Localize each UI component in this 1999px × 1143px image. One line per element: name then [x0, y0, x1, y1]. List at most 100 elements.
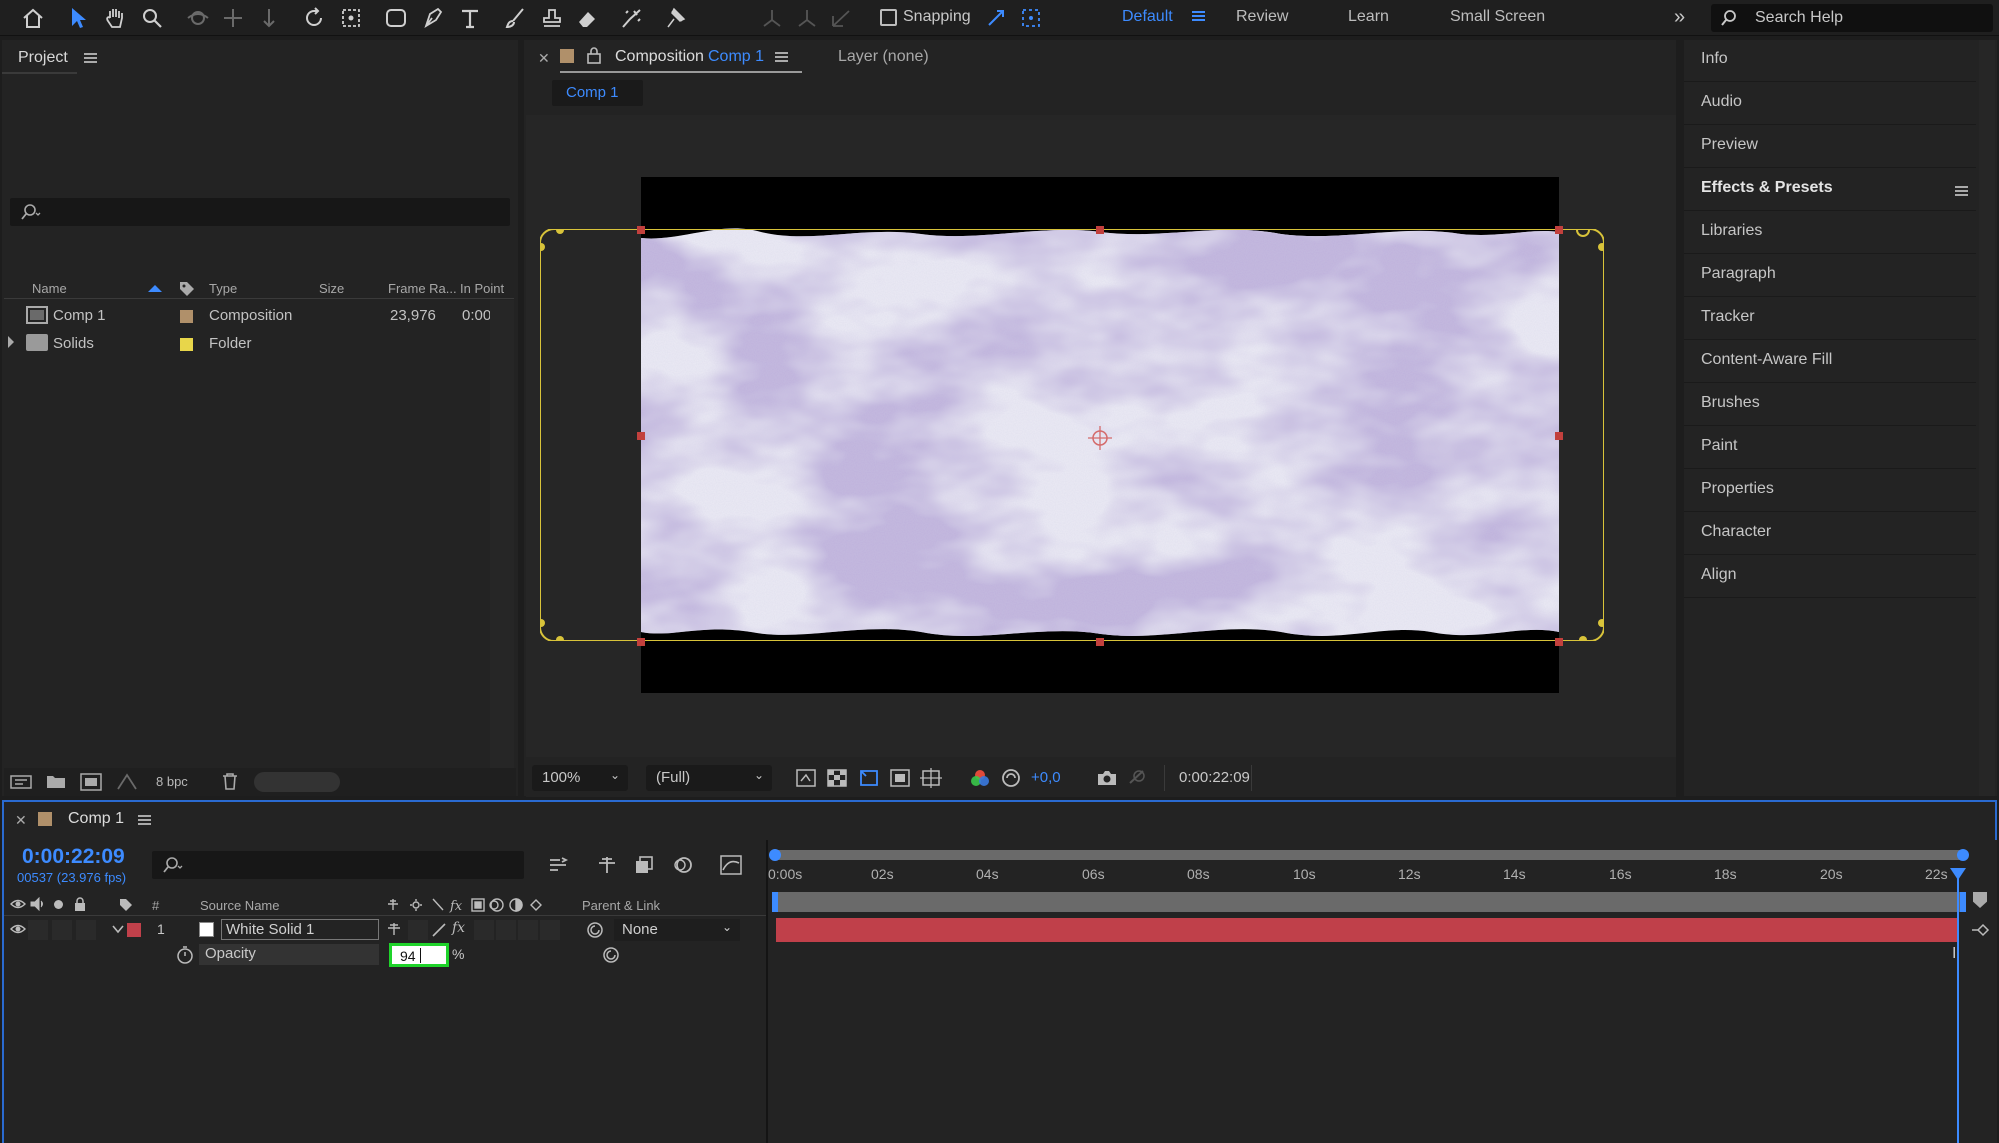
audio-icon[interactable] [30, 897, 46, 911]
shy-switch-icon[interactable] [386, 921, 402, 937]
trash-icon[interactable] [222, 772, 238, 790]
new-composition-icon[interactable] [80, 773, 102, 791]
rotate-tool-icon[interactable] [299, 3, 329, 33]
search-help-field[interactable]: Search Help [1711, 4, 1993, 32]
panel-character[interactable]: Character [1684, 513, 1976, 555]
snap-features-icon[interactable] [1016, 3, 1046, 33]
panel-paint[interactable]: Paint [1684, 427, 1976, 469]
more-workspaces-icon[interactable]: » [1674, 6, 1685, 29]
composition-mini-flowchart-icon[interactable] [548, 856, 570, 874]
orbit-camera-icon[interactable] [183, 3, 213, 33]
layer-duration-bar[interactable] [776, 918, 1958, 942]
stopwatch-icon[interactable] [176, 945, 194, 965]
adjustment-layer-switch[interactable] [518, 920, 538, 940]
home-icon[interactable] [18, 3, 48, 33]
close-tab-icon[interactable]: ✕ [538, 50, 550, 67]
column-in-point[interactable]: In Point [460, 281, 504, 296]
zoom-tool-icon[interactable] [137, 3, 167, 33]
timeline-tab-title[interactable]: Comp 1 [68, 810, 124, 828]
close-timeline-icon[interactable]: ✕ [15, 812, 27, 829]
panel-brushes[interactable]: Brushes [1684, 384, 1976, 426]
draft-3d-icon[interactable] [596, 855, 618, 875]
project-search-input[interactable] [10, 198, 510, 226]
project-settings-icon[interactable] [116, 773, 138, 791]
resolution-dropdown[interactable]: (Full) ⌄ [646, 765, 772, 791]
panel-info[interactable]: Info [1684, 40, 1976, 82]
brush-tool-icon[interactable] [500, 3, 530, 33]
snapping-checkbox[interactable] [880, 9, 897, 26]
panel-libraries[interactable]: Libraries [1684, 212, 1976, 254]
new-folder-icon[interactable] [46, 773, 66, 790]
layer-name[interactable]: White Solid 1 [221, 919, 379, 940]
show-snapshot-icon[interactable] [1127, 768, 1147, 786]
color-channels-icon[interactable] [970, 769, 990, 787]
puppet-pin-tool-icon[interactable] [660, 3, 690, 33]
region-of-interest-icon[interactable] [890, 769, 910, 787]
panel-paragraph[interactable]: Paragraph [1684, 255, 1976, 297]
mask-visibility-icon[interactable] [858, 768, 880, 788]
quality-switch-icon[interactable] [430, 921, 448, 939]
anchor-point-tool-icon[interactable] [336, 3, 366, 33]
navigator-end-handle[interactable] [1957, 849, 1969, 861]
type-tool-icon[interactable] [455, 3, 485, 33]
panel-align[interactable]: Align [1684, 556, 1976, 598]
motion-blur-switch[interactable] [496, 920, 516, 940]
axis-mode-world-icon[interactable] [792, 3, 822, 33]
eraser-tool-icon[interactable] [572, 3, 602, 33]
project-scrollbar[interactable] [490, 300, 514, 770]
expression-pickwhip-icon[interactable] [602, 946, 620, 964]
reset-exposure-icon[interactable] [1001, 768, 1021, 788]
layer-audio-switch[interactable] [28, 920, 48, 940]
magnification-dropdown[interactable]: 100% ⌄ [532, 765, 628, 791]
work-area-bar[interactable] [772, 892, 1966, 912]
sort-ascending-icon[interactable] [148, 285, 162, 292]
playhead-handle[interactable] [1950, 868, 1966, 880]
lock-column-icon[interactable] [74, 897, 86, 912]
time-navigator[interactable] [769, 849, 1969, 861]
timeline-current-time[interactable]: 0:00:22:09 [22, 845, 125, 869]
layer-panel-tab[interactable]: Layer (none) [838, 48, 929, 66]
video-visibility-icon[interactable] [10, 897, 26, 911]
timeline-search-input[interactable] [152, 851, 524, 879]
label-color-swatch[interactable] [180, 338, 193, 351]
source-name-header[interactable]: Source Name [200, 898, 279, 913]
label-column-icon[interactable] [178, 280, 196, 298]
panel-properties[interactable]: Properties [1684, 470, 1976, 512]
anchor-point-icon[interactable] [1086, 424, 1114, 452]
project-item-comp1[interactable]: Comp 1 Composition 23,976 0:00 [4, 303, 513, 329]
keyframe-nav-icon[interactable] [1970, 922, 1990, 938]
parent-pickwhip-icon[interactable] [586, 921, 604, 939]
frame-blend-switch[interactable] [474, 920, 494, 940]
panel-effects-presets[interactable]: Effects & Presets [1684, 169, 1976, 211]
graph-editor-icon[interactable] [720, 855, 742, 875]
expand-chevron-icon[interactable] [8, 336, 14, 348]
lock-icon[interactable] [587, 46, 601, 64]
column-name[interactable]: Name [32, 281, 67, 296]
motion-blur-icon[interactable] [672, 855, 694, 875]
label-color-swatch[interactable] [180, 310, 193, 323]
pan-camera-icon[interactable] [218, 3, 248, 33]
timeline-menu-icon[interactable] [138, 815, 151, 825]
layer-solo-switch[interactable] [52, 920, 72, 940]
effects-switch-icon[interactable]: fx [452, 920, 465, 936]
thumbnail-size-slider[interactable] [254, 772, 340, 792]
exposure-value[interactable]: +0,0 [1031, 769, 1061, 786]
parent-link-header[interactable]: Parent & Link [582, 898, 660, 913]
opacity-value-input[interactable]: 94 [389, 943, 449, 967]
workspace-learn[interactable]: Learn [1348, 8, 1389, 26]
layer-visibility-icon[interactable] [10, 922, 26, 936]
comp-breadcrumb[interactable]: Comp 1 [552, 80, 643, 106]
effects-presets-menu-icon[interactable] [1955, 186, 1968, 196]
panel-content-aware-fill[interactable]: Content-Aware Fill [1684, 341, 1976, 383]
column-size[interactable]: Size [319, 281, 344, 296]
frame-blending-icon[interactable] [634, 855, 656, 875]
pen-tool-icon[interactable] [418, 3, 448, 33]
composition-tab-title[interactable]: Composition [615, 48, 704, 66]
snap-edges-icon[interactable] [981, 3, 1011, 33]
layer-row[interactable]: 1 White Solid 1 fx None ⌄ [4, 918, 766, 942]
panel-tracker[interactable]: Tracker [1684, 298, 1976, 340]
composition-tab-comp-name[interactable]: Comp 1 [708, 48, 764, 66]
dolly-camera-icon[interactable] [254, 3, 284, 33]
column-frame-rate[interactable]: Frame Ra... [388, 281, 457, 296]
collapse-chevron-icon[interactable] [112, 924, 124, 934]
